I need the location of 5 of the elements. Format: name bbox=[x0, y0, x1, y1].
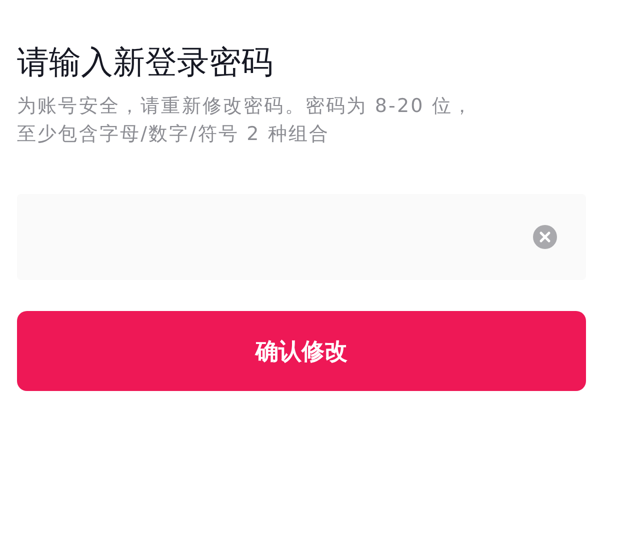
page-title: 请输入新登录密码 bbox=[17, 42, 274, 83]
password-field[interactable] bbox=[17, 194, 586, 280]
confirm-button[interactable]: 确认修改 bbox=[17, 311, 586, 391]
password-rules-text: 为账号安全，请重新修改密码。密码为 8-20 位，至少包含字母/数字/符号 2 种组合 bbox=[17, 94, 474, 147]
clear-icon[interactable] bbox=[532, 224, 558, 250]
